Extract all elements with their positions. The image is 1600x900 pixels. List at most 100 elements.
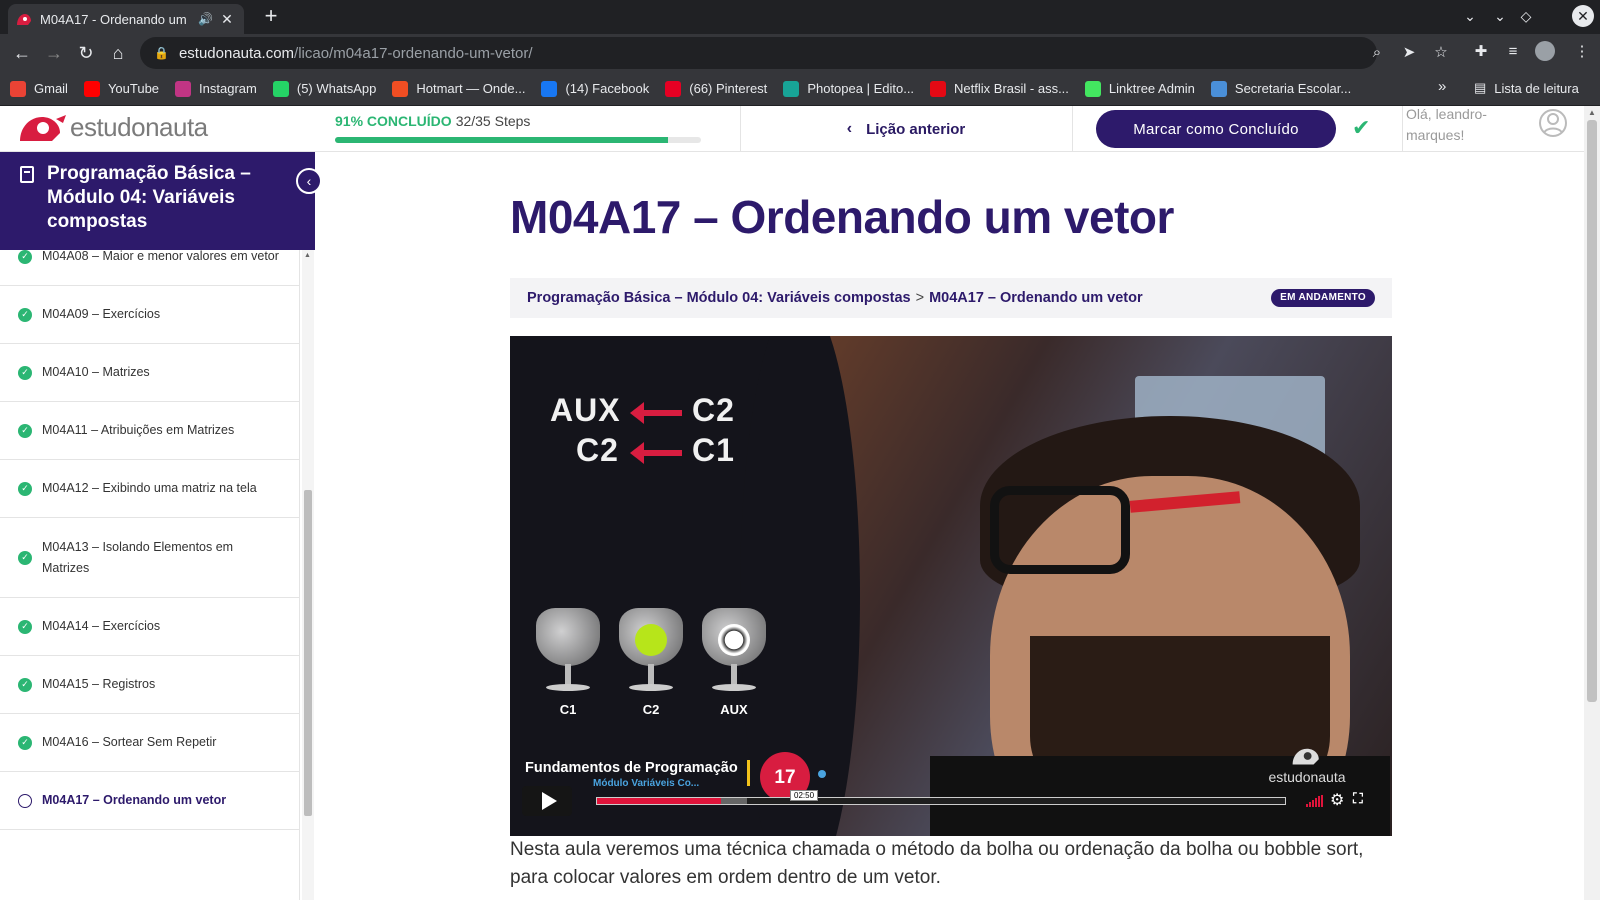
time-tooltip: 02:50 [790,790,819,801]
empty-glass-icon [534,608,602,694]
chrome-menu-icon[interactable]: ⋮ [1568,37,1596,65]
zoom-icon[interactable]: ⌕ [1363,38,1391,66]
lesson-list-item[interactable]: ✓ M04A15 – Registros [0,656,299,714]
bookmark-item[interactable]: YouTube [83,80,159,97]
breadcrumb-separator: > [915,290,925,306]
bookmark-label: Photopea | Edito... [807,81,915,96]
seek-bar-buffered [720,798,747,804]
page-scrollbar[interactable]: ▲ [1584,106,1600,900]
lesson-list-item[interactable]: ✓ M04A14 – Exercícios [0,598,299,656]
reading-list-label: Lista de leitura [1494,80,1579,96]
completed-check-icon: ✓ [18,550,32,565]
glass-label: C1 [559,702,577,717]
progress-percent: 91% CONCLUÍDO [335,113,452,129]
divider [1072,106,1073,152]
mark-complete-button[interactable]: Marcar como Concluído [1096,110,1336,148]
extensions-icon[interactable]: ✚ [1467,37,1495,65]
completed-check-icon: ✓ [18,677,32,692]
minimize-icon[interactable]: ⌄ [1490,8,1510,25]
lock-icon: 🔒 [154,46,169,60]
address-bar[interactable]: 🔒 estudonauta.com/licao/m04a17-ordenando… [140,37,1377,69]
bookmark-label: Gmail [34,81,68,96]
video-player[interactable]: AUX C2 C2 C1 C1 C2 AUX Fundamentos de Pr… [510,336,1392,836]
lesson-list-item[interactable]: ✓ M04A13 – Isolando Elementos em Matrizes [0,518,299,598]
glass-label: AUX [720,702,748,717]
lesson-label: M04A14 – Exercícios [42,619,161,633]
browser-tab-active[interactable]: M04A17 - Ordenando um 🔊 ✕ [8,4,244,34]
reading-list-button[interactable]: ▤ Lista de leitura [1474,80,1579,96]
scroll-up-arrow-icon[interactable]: ▲ [304,252,311,259]
user-greeting[interactable]: Olá, leandro-marques! [1406,106,1516,146]
bookmark-item[interactable]: Linktree Admin [1084,80,1195,97]
lesson-list-item[interactable]: M04A17 – Ordenando um vetor [0,772,299,830]
lesson-list-item[interactable]: ✓ M04A16 – Sortear Sem Repetir [0,714,299,772]
collapse-sidebar-button[interactable]: ‹ [296,168,322,194]
scroll-up-arrow-icon[interactable]: ▲ [1588,108,1596,117]
media-control-icon[interactable]: ≡ [1499,37,1527,65]
video-caption: Fundamentos de Programação [525,760,738,776]
bookmark-item[interactable]: Photopea | Edito... [783,80,915,97]
profile-avatar-icon[interactable] [1531,37,1559,65]
slide-text: C2 [576,432,619,468]
sidebar-scrollbar-thumb[interactable] [304,490,312,816]
bookmark-label: (14) Facebook [565,81,650,96]
settings-gear-icon[interactable]: ⚙ [1330,790,1344,810]
progress-steps: 32/35 Steps [455,113,531,129]
reload-icon[interactable]: ↻ [70,37,102,69]
home-icon[interactable]: ⌂ [102,37,134,69]
completed-check-icon: ✓ [18,365,32,380]
more-bookmarks-icon[interactable]: » [1438,78,1446,95]
lesson-list: ✓ M04A08 – Maior e menor valores em vetor… [0,250,300,900]
bookmark-item[interactable]: (14) Facebook [541,80,650,97]
tab-search-icon[interactable]: ⌄ [1460,8,1480,25]
breadcrumb-lesson-link[interactable]: M04A17 – Ordenando um vetor [929,290,1143,306]
bookmark-item[interactable]: Secretaria Escolar... [1210,80,1351,97]
user-avatar-icon[interactable] [1538,108,1568,142]
video-controls: 02:50 ⚙ ⛶ [510,784,1392,824]
glass-label: C2 [642,702,660,717]
lesson-list-item[interactable]: ✓ M04A10 – Matrizes [0,344,299,402]
video-seek-bar[interactable]: 02:50 [596,790,1286,805]
checkmark-icon: ✔ [1352,115,1371,140]
breadcrumb: Programação Básica – Módulo 04: Variávei… [510,278,1392,318]
lesson-list-item[interactable]: ✓ M04A12 – Exibindo uma matriz na tela [0,460,299,518]
bookmark-label: Instagram [199,81,257,96]
hotmart-icon [392,80,409,97]
fullscreen-icon[interactable]: ⛶ [1353,790,1363,807]
bookmark-star-icon[interactable]: ☆ [1427,38,1455,66]
bookmark-item[interactable]: (66) Pinterest [665,80,767,97]
send-icon[interactable]: ➤ [1395,38,1423,66]
close-window-icon[interactable]: ✕ [1572,5,1594,27]
page-scrollbar-thumb[interactable] [1587,120,1597,702]
bookmark-item[interactable]: Netflix Brasil - ass... [930,80,1069,97]
play-button[interactable] [522,786,572,816]
breadcrumb-course-link[interactable]: Programação Básica – Módulo 04: Variávei… [527,290,911,306]
photopea-icon [783,80,800,97]
back-icon[interactable]: ← [6,37,38,69]
course-title[interactable]: Programação Básica – Módulo 04: Variávei… [47,163,251,232]
bookmark-item[interactable]: Hotmart — Onde... [392,80,525,97]
new-tab-button[interactable]: + [258,4,284,30]
previous-lesson-button[interactable]: ‹ Lição anterior [740,106,1072,152]
lesson-label: M04A15 – Registros [42,677,156,691]
caption-divider [747,760,750,786]
lesson-list-item[interactable]: ✓ M04A08 – Maior e menor valores em vetor [0,250,299,286]
estudonauta-logo[interactable]: estudonauta [16,112,208,143]
bookmark-item[interactable]: Instagram [175,80,257,97]
logo-wordmark: estudonauta [70,112,208,142]
status-badge: EM ANDAMENTO [1271,289,1375,307]
forward-icon[interactable]: → [38,37,70,69]
sidebar-scrollbar[interactable]: ▲ [302,250,314,900]
tab-close-icon[interactable]: ✕ [218,11,236,28]
lesson-list-item[interactable]: ✓ M04A09 – Exercícios [0,286,299,344]
restore-icon[interactable]: ◇ [1516,8,1536,25]
bookmark-item[interactable]: (5) WhatsApp [272,80,376,97]
bookmark-label: Netflix Brasil - ass... [954,81,1069,96]
tab-audio-icon[interactable]: 🔊 [198,12,214,26]
progress-bar [335,137,701,143]
bookmark-item[interactable]: Gmail [10,80,68,97]
course-progress: 91% CONCLUÍDO 32/35 Steps [335,113,705,143]
volume-icon[interactable] [1306,795,1324,807]
astronaut-logo-icon [1292,748,1319,765]
lesson-list-item[interactable]: ✓ M04A11 – Atribuições em Matrizes [0,402,299,460]
